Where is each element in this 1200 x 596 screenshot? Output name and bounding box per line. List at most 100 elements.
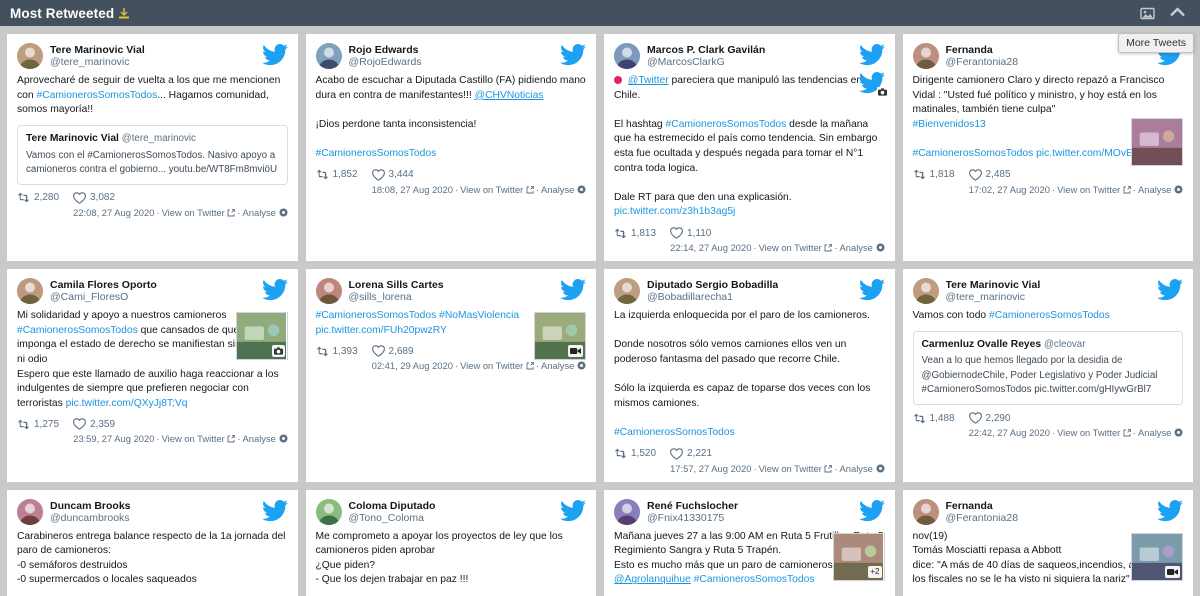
analyse-link[interactable]: Analyse	[541, 360, 586, 371]
tweet-card[interactable]: Camila Flores Oporto @Cami_FloresO Mi soli…	[7, 269, 298, 482]
author-handle[interactable]: @duncambrooks	[50, 512, 131, 524]
avatar[interactable]	[912, 43, 939, 69]
avatar[interactable]	[17, 498, 43, 525]
twitter-bird-icon[interactable]	[560, 44, 586, 66]
tweet-card[interactable]: Duncam Brooks @duncambrooks Carabineros en…	[7, 489, 298, 596]
heart-icon	[73, 418, 86, 431]
retweet-icon	[913, 413, 926, 424]
analyse-link[interactable]: Analyse	[840, 463, 885, 474]
retweet-stat[interactable]: 1,818	[913, 169, 955, 180]
like-stat[interactable]: 2,485	[968, 168, 1011, 181]
quoted-tweet[interactable]: Carmenluz Ovalle Reyes @cleovar Vean a lo…	[912, 330, 1183, 406]
retweet-stat[interactable]: 1,275	[17, 419, 59, 430]
quoted-tweet-author: Carmenluz Ovalle Reyes @cleovar	[921, 338, 1086, 350]
like-stat[interactable]: 3,444	[371, 168, 414, 181]
author-name: Lorena Sills Cartes	[348, 279, 444, 292]
media-thumbnail[interactable]	[235, 312, 288, 361]
media-thumbnail[interactable]	[1131, 118, 1183, 166]
retweet-stat[interactable]: 1,813	[614, 228, 656, 239]
avatar[interactable]	[614, 498, 640, 525]
view-on-twitter-link[interactable]: View on Twitter	[162, 433, 236, 444]
twitter-bird-icon[interactable]	[858, 44, 885, 66]
tweet-card[interactable]: Lorena Sills Cartes @sills_lorena #Camione…	[305, 269, 596, 482]
author-handle[interactable]: @tere_marinovic	[946, 291, 1041, 303]
twitter-bird-icon[interactable]	[261, 279, 288, 301]
avatar[interactable]	[315, 43, 342, 69]
tweet-card[interactable]: Tere Marinovic Vial @tere_marinovic Aprove…	[7, 34, 298, 262]
tweet-stats: 1,275 2,359	[17, 418, 288, 431]
twitter-bird-media-icon[interactable]	[858, 72, 888, 97]
author-handle[interactable]: @Bobadillarecha1	[647, 291, 778, 303]
tweet-author-row: Camila Flores Oporto @Cami_FloresO	[17, 278, 288, 305]
retweet-stat[interactable]: 2,280	[17, 192, 59, 203]
tweet-card[interactable]: René Fuchslocher @Fnix41330175 Mañana juev…	[604, 489, 895, 596]
download-icon[interactable]	[119, 7, 130, 19]
author-handle[interactable]: @sills_lorena	[349, 291, 444, 303]
author-handle[interactable]: @Ferantonia28	[946, 56, 1019, 68]
avatar[interactable]	[614, 278, 640, 305]
tweet-text: Me comprometo a apoyar los proyectos de …	[315, 530, 563, 586]
avatar[interactable]	[315, 498, 342, 525]
like-stat[interactable]: 3,082	[73, 192, 115, 204]
like-stat[interactable]: 2,689	[371, 345, 414, 358]
view-on-twitter-link[interactable]: View on Twitter	[460, 184, 534, 195]
analyse-link[interactable]: Analyse	[541, 184, 586, 195]
twitter-bird-icon[interactable]	[1157, 499, 1183, 522]
twitter-bird-icon[interactable]	[560, 279, 586, 301]
twitter-bird-icon[interactable]	[1157, 279, 1183, 301]
tweet-author-row: Coloma Diputado @Tono_Coloma	[315, 498, 587, 525]
tweet-author-row: Duncam Brooks @duncambrooks	[17, 498, 288, 525]
media-thumbnail[interactable]	[534, 312, 586, 361]
author-handle[interactable]: @Tono_Coloma	[349, 512, 436, 524]
retweet-stat[interactable]: 1,393	[316, 346, 358, 357]
like-stat[interactable]: 2,290	[968, 412, 1011, 424]
like-stat[interactable]: 2,221	[670, 447, 712, 460]
retweet-count: 1,275	[34, 418, 60, 430]
view-on-twitter-link[interactable]: View on Twitter	[460, 360, 534, 371]
avatar[interactable]	[17, 43, 43, 69]
view-on-twitter-link[interactable]: View on Twitter	[759, 242, 833, 253]
analyse-link[interactable]: Analyse	[243, 433, 288, 444]
tweet-card[interactable]: Fernanda @Ferantonia28 Dirigente camionero…	[902, 34, 1193, 262]
twitter-bird-icon[interactable]	[560, 499, 586, 522]
media-thumbnail[interactable]: +2	[832, 532, 885, 581]
retweet-stat[interactable]: 1,520	[614, 448, 656, 459]
tweet-card[interactable]: Diputado Sergio Bobadilla @Bobadillarecha…	[604, 269, 895, 482]
retweet-stat[interactable]: 1,852	[316, 169, 358, 180]
tweet-card[interactable]: Tere Marinovic Vial @tere_marinovic Vamos …	[902, 269, 1193, 482]
twitter-bird-icon[interactable]	[261, 44, 288, 66]
avatar[interactable]	[912, 498, 939, 525]
author-handle[interactable]: @RojoEdwards	[349, 56, 422, 68]
twitter-bird-icon[interactable]	[858, 279, 885, 301]
tweet-card[interactable]: Fernanda @Ferantonia28 nov(19) Tomás Mosci…	[902, 489, 1193, 596]
view-on-twitter-link[interactable]: View on Twitter	[162, 207, 236, 218]
like-stat[interactable]: 2,359	[73, 418, 115, 431]
author-handle[interactable]: @tere_marinovic	[50, 56, 145, 68]
chevron-up-icon[interactable]	[1169, 6, 1186, 20]
view-on-twitter-link[interactable]: View on Twitter	[1057, 427, 1131, 438]
author-handle[interactable]: @MarcosClarkG	[647, 56, 765, 68]
like-stat[interactable]: 1,110	[670, 227, 711, 239]
twitter-bird-icon[interactable]	[858, 499, 885, 522]
tweet-card[interactable]: Coloma Diputado @Tono_Coloma Me comprometo…	[305, 489, 596, 596]
analyse-link[interactable]: Analyse	[840, 242, 885, 253]
image-icon[interactable]	[1140, 7, 1155, 20]
avatar[interactable]	[315, 278, 342, 305]
avatar[interactable]	[614, 43, 640, 69]
analyse-link[interactable]: Analyse	[243, 207, 288, 218]
view-on-twitter-link[interactable]: View on Twitter	[759, 463, 833, 474]
author-handle[interactable]: @Cami_FloresO	[50, 291, 157, 303]
tweet-card[interactable]: Marcos P. Clark Gavilán @MarcosClarkG @Tw…	[604, 34, 895, 262]
analyse-link[interactable]: Analyse	[1138, 427, 1183, 438]
media-thumbnail[interactable]	[1131, 532, 1183, 581]
retweet-stat[interactable]: 1,488	[913, 413, 955, 424]
quoted-tweet[interactable]: Tere Marinovic Vial @tere_marinovic Vamos…	[17, 124, 288, 185]
author-handle[interactable]: @Fnix41330175	[647, 512, 738, 524]
view-on-twitter-link[interactable]: View on Twitter	[1057, 184, 1131, 195]
tweet-card[interactable]: Rojo Edwards @RojoEdwards Acabo de escucha…	[305, 34, 596, 262]
avatar[interactable]	[912, 278, 939, 305]
twitter-bird-icon[interactable]	[261, 499, 288, 522]
analyse-link[interactable]: Analyse	[1138, 184, 1183, 195]
author-handle[interactable]: @Ferantonia28	[946, 512, 1019, 524]
avatar[interactable]	[17, 278, 43, 305]
